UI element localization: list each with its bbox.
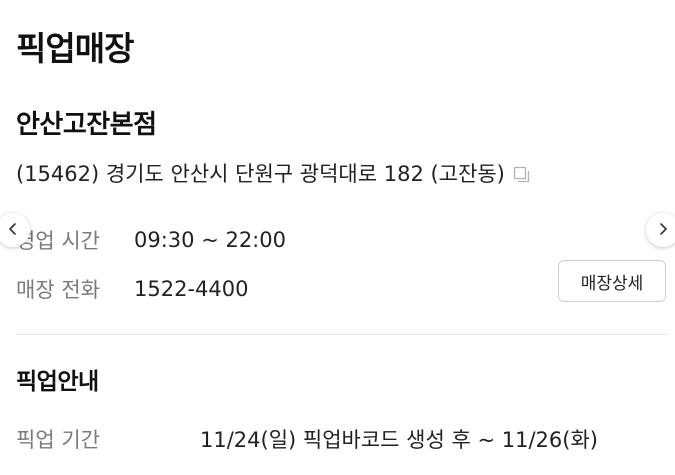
chevron-left-icon: [6, 221, 20, 240]
next-store-button[interactable]: [646, 213, 675, 247]
store-phone-row: 매장 전화 1522-4400: [16, 274, 248, 304]
store-phone-value[interactable]: 1522-4400: [134, 277, 248, 301]
store-address: (15462) 경기도 안산시 단원구 광덕대로 182 (고잔동): [16, 162, 505, 186]
section-divider: [16, 334, 668, 335]
business-hours-value: 09:30 ~ 22:00: [134, 228, 286, 252]
copy-icon[interactable]: [513, 165, 531, 183]
chevron-right-icon: [656, 221, 670, 240]
pickup-info-title: 픽업안내: [16, 369, 99, 395]
store-detail-button[interactable]: 매장상세: [558, 260, 666, 302]
store-name: 안산고잔본점: [16, 110, 157, 140]
pickup-period-label: 픽업 기간: [16, 428, 100, 452]
business-hours-label: 영업 시간: [16, 229, 100, 253]
pickup-period-value: 11/24(일) 픽업바코드 생성 후 ~ 11/26(화): [200, 428, 598, 452]
page-title: 픽업매장: [16, 29, 134, 68]
store-address-row: (15462) 경기도 안산시 단원구 광덕대로 182 (고잔동): [16, 158, 531, 188]
pickup-period-row: 픽업 기간 11/24(일) 픽업바코드 생성 후 ~ 11/26(화): [16, 424, 598, 454]
pickup-store-page: 픽업매장 안산고잔본점 (15462) 경기도 안산시 단원구 광덕대로 182…: [0, 0, 675, 475]
business-hours-row: 영업 시간 09:30 ~ 22:00: [16, 225, 286, 255]
store-phone-label: 매장 전화: [16, 278, 100, 302]
